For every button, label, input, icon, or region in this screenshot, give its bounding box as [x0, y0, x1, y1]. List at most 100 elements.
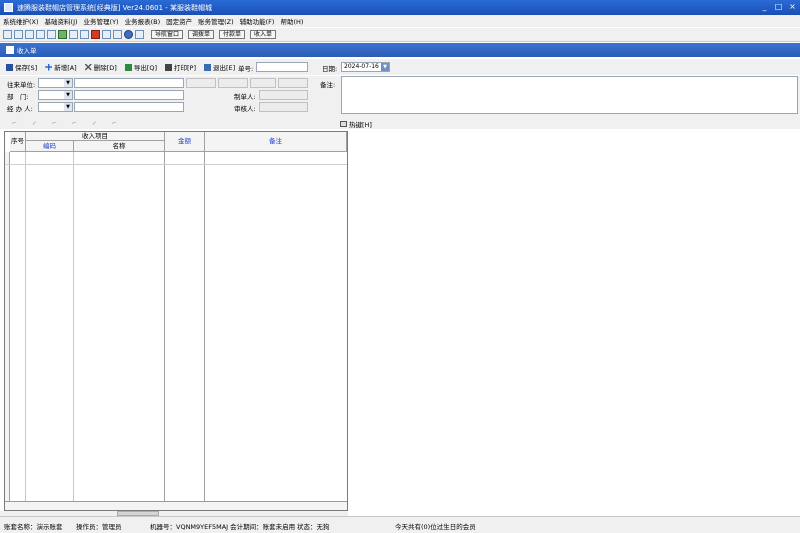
print-icon[interactable] — [91, 30, 100, 39]
income-grid[interactable]: 序号 收入项目 编码 名称 金额 备注 — [4, 131, 348, 511]
chevron-down-icon[interactable]: ▼ — [64, 79, 72, 87]
save-icon — [6, 63, 13, 71]
partner-info-1 — [186, 78, 216, 88]
handler-select[interactable]: ▼ — [38, 102, 73, 112]
income-order-button[interactable]: 收入单 — [250, 30, 277, 39]
name-column — [74, 152, 165, 502]
tools-icon[interactable] — [80, 30, 89, 39]
status-machine: 机器号：VQNM9YEF5MAJ 会计期间：账套未启用 — [150, 523, 296, 531]
dept-name-field[interactable] — [74, 90, 184, 100]
menu-accounting[interactable]: 账务管理(Z) — [195, 16, 237, 26]
app-icon — [4, 3, 13, 12]
amount-column — [165, 152, 205, 502]
delete-button[interactable]: 删除[D] — [84, 62, 117, 72]
delete-icon — [84, 63, 92, 71]
partner-info-3 — [250, 78, 276, 88]
minimize-button[interactable]: _ — [759, 2, 770, 13]
close-button[interactable]: × — [787, 2, 798, 13]
action-bar: 保存[S] 新增[A] 删除[D] 导出[Q] 打印[P] 退出[E] 单号: … — [0, 59, 800, 75]
seq-header: 序号 — [10, 132, 26, 152]
menu-help[interactable]: 帮助(H) — [277, 16, 306, 26]
add-button[interactable]: 新增[A] — [45, 62, 77, 72]
delete-label: 删除[D] — [93, 64, 117, 72]
maximize-button[interactable]: □ — [773, 2, 784, 13]
save-label: 保存[S] — [15, 64, 38, 72]
document-icon — [6, 46, 14, 54]
chevron-down-icon[interactable]: ▼ — [381, 63, 389, 71]
hotkey-label: 热键[H] — [349, 120, 372, 129]
handler-name-field[interactable] — [74, 102, 184, 112]
print-button[interactable]: 打印[P] — [165, 62, 196, 72]
menu-bar: 系统维护(X) 基础资料(J) 业务管理(Y) 业务报表(B) 固定资产 账务管… — [0, 15, 800, 27]
number-input[interactable] — [256, 62, 308, 72]
name-header[interactable]: 名称 — [74, 141, 165, 152]
date-picker[interactable]: 2024-07-16 ▼ — [341, 62, 390, 72]
status-bar: 账套名称：演示账套 操作员：管理员 机器号：VQNM9YEF5MAJ 会计期间：… — [0, 516, 800, 533]
income-group-header: 收入项目 — [26, 132, 165, 141]
window-title: 速腾服装鞋帽店管理系统[经典版] Ver24.0601 - 某服装鞋帽城 — [17, 3, 213, 12]
exit-label: 退出[E] — [213, 64, 236, 72]
next-row-icon[interactable]: ⌐ — [52, 120, 60, 127]
dept-select[interactable]: ▼ — [38, 90, 73, 100]
code-column — [26, 152, 74, 502]
chart-icon[interactable] — [58, 30, 67, 39]
chevron-down-icon[interactable]: ▼ — [64, 91, 72, 99]
menu-reports[interactable]: 业务报表(B) — [122, 16, 164, 26]
status-birthday: 今天共有(0)位过生日的会员 — [395, 523, 476, 531]
hotkey-button[interactable]: 热键[H] — [340, 118, 372, 129]
cancel-icon[interactable]: ⌐ — [112, 120, 120, 127]
partner-select[interactable]: ▼ — [38, 78, 73, 88]
date-value: 2024-07-16 — [344, 63, 379, 70]
dept-label: 部 门: — [7, 93, 29, 101]
handler-label: 经 办 人: — [7, 105, 33, 113]
maker-label: 制单人: — [234, 93, 256, 101]
report-icon[interactable] — [47, 30, 56, 39]
menu-fixed-assets[interactable]: 固定资产 — [163, 16, 195, 26]
code-header[interactable]: 编码 — [26, 141, 74, 152]
new-doc-icon[interactable] — [3, 30, 12, 39]
export-icon[interactable] — [113, 30, 122, 39]
save-icon[interactable] — [102, 30, 111, 39]
partner-info-4 — [278, 78, 308, 88]
exit-icon[interactable] — [135, 30, 144, 39]
transfer-order-button[interactable]: 调拨单 — [188, 30, 215, 39]
menu-business[interactable]: 业务管理(Y) — [81, 16, 122, 26]
maker-field — [259, 90, 308, 100]
export-button[interactable]: 导出[Q] — [124, 62, 157, 72]
chevron-down-icon[interactable]: ▼ — [64, 103, 72, 111]
help-icon[interactable] — [124, 30, 133, 39]
first-row-icon[interactable]: ⌐ — [12, 120, 20, 127]
calc-icon[interactable] — [36, 30, 45, 39]
title-bar: 速腾服装鞋帽店管理系统[经典版] Ver24.0601 - 某服装鞋帽城 _ □… — [0, 0, 800, 15]
auditor-field — [259, 102, 308, 112]
status-account: 账套名称：演示账套 — [4, 523, 63, 531]
remark-label: 备注: — [320, 81, 336, 89]
open-icon[interactable] — [14, 30, 23, 39]
print-icon — [165, 63, 173, 71]
copy-icon[interactable] — [25, 30, 34, 39]
last-row-icon[interactable]: ⌐ — [72, 120, 80, 127]
save-button[interactable]: 保存[S] — [6, 62, 37, 72]
menu-system[interactable]: 系统维护(X) — [0, 16, 42, 26]
remark-textarea[interactable] — [341, 76, 798, 114]
exit-button[interactable]: 退出[E] — [204, 62, 235, 72]
remark-header[interactable]: 备注 — [205, 132, 347, 152]
export-icon — [124, 63, 132, 71]
nav-window-button[interactable]: 导航窗口 — [151, 30, 184, 39]
add-icon — [45, 63, 53, 71]
amount-header[interactable]: 金额 — [165, 132, 205, 152]
menu-basic-data[interactable]: 基础资料(J) — [42, 16, 81, 26]
partner-name-field[interactable] — [74, 78, 184, 88]
partner-label: 往来单位: — [7, 81, 36, 89]
user-icon[interactable] — [69, 30, 78, 39]
printer-icon — [340, 120, 347, 127]
payment-order-button[interactable]: 付款单 — [219, 30, 246, 39]
prev-row-icon[interactable]: ✓ — [32, 120, 40, 127]
table-row[interactable] — [6, 157, 347, 165]
grid-footer — [5, 501, 347, 510]
tab-label: 收入单 — [17, 47, 37, 55]
menu-tools[interactable]: 辅助功能(F) — [237, 16, 278, 26]
check-icon[interactable]: ✓ — [92, 120, 100, 127]
document-tab[interactable]: 收入单 — [0, 43, 800, 57]
exit-icon — [204, 63, 212, 71]
